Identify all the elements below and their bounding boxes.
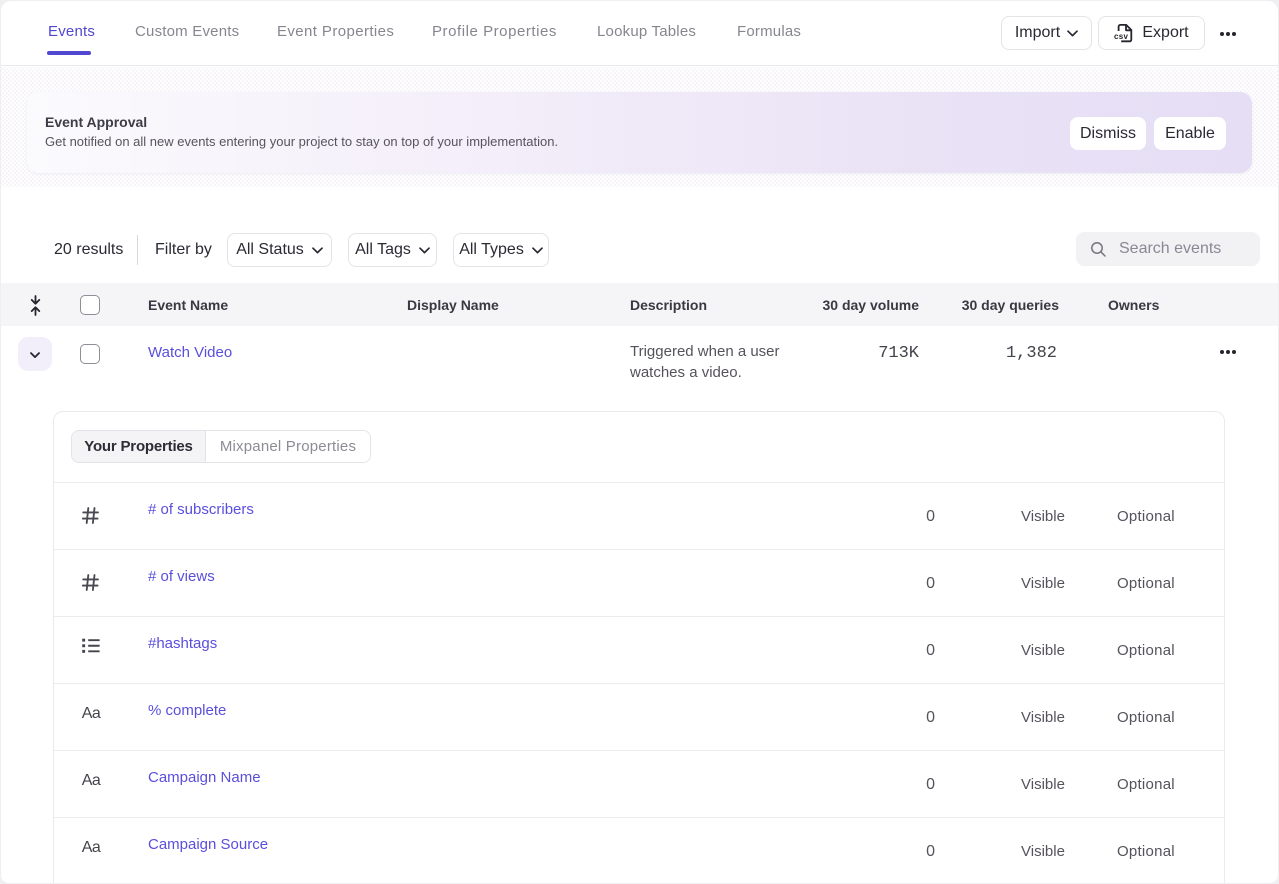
svg-text:csv: csv [1114,32,1128,41]
